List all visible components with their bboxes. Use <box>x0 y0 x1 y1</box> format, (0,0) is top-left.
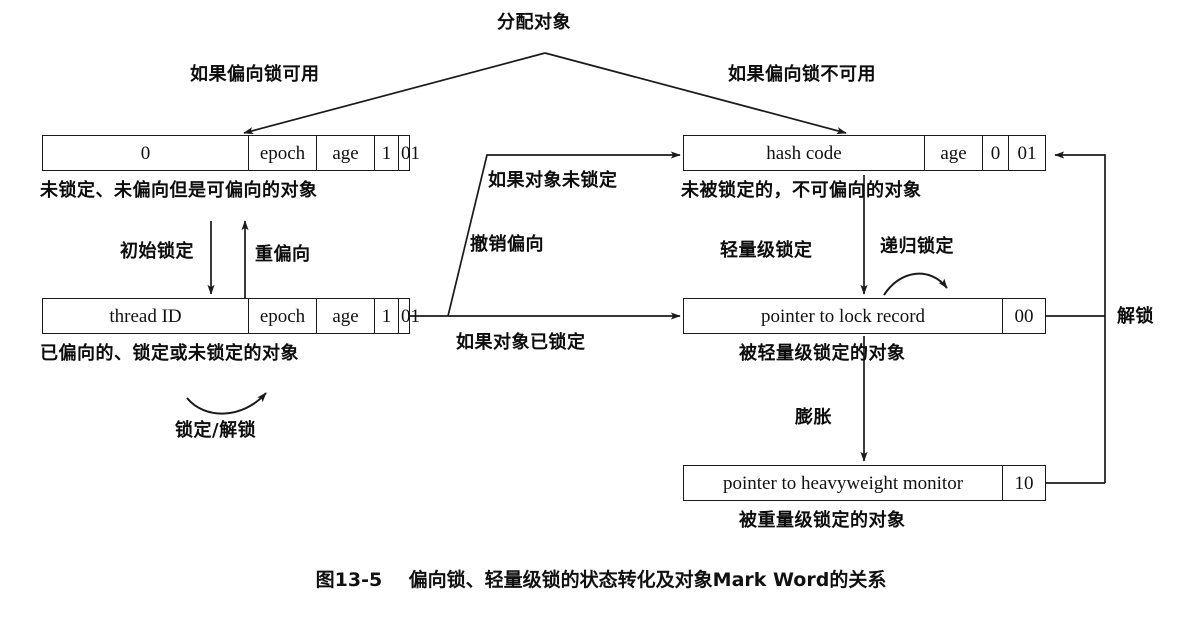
markword-cell-age: age <box>317 136 375 170</box>
markword-cell-bias-bit: 1 <box>375 299 399 333</box>
label-recursive-lock: 递归锁定 <box>880 236 954 257</box>
caption-heavyweight: 被重量级锁定的对象 <box>739 510 906 531</box>
label-inflate: 膨胀 <box>795 407 832 428</box>
label-revoke-bias: 撤销偏向 <box>470 234 544 255</box>
markword-box-lightweight: pointer to lock record 00 <box>683 298 1046 334</box>
caption-hashcode: 未被锁定的，不可偏向的对象 <box>681 180 922 201</box>
markword-cell-epoch: epoch <box>249 299 317 333</box>
edge-unlock-bus <box>1054 151 1106 483</box>
markword-cell-bias-bit: 1 <box>375 136 399 170</box>
label-lightweight-lock: 轻量级锁定 <box>720 240 813 261</box>
label-object-locked: 如果对象已锁定 <box>456 332 586 353</box>
markword-cell-hashcode: hash code <box>684 136 925 170</box>
mark-word-state-diagram: 0 epoch age 1 01 未锁定、未偏向但是可偏向的对象 thread … <box>0 0 1202 620</box>
markword-box-heavyweight: pointer to heavyweight monitor 10 <box>683 465 1046 501</box>
figure-caption: 图13-5 偏向锁、轻量级锁的状态转化及对象Mark Word的关系 <box>315 569 887 591</box>
edge-recursive-lock <box>883 272 948 296</box>
label-lock-unlock: 锁定/解锁 <box>175 420 257 441</box>
label-bias-available: 如果偏向锁可用 <box>190 64 320 85</box>
markword-box-hashcode: hash code age 0 01 <box>683 135 1046 171</box>
edge-lock-unlock <box>186 392 267 415</box>
label-allocate: 分配对象 <box>497 12 571 33</box>
label-object-not-locked: 如果对象未锁定 <box>488 170 618 191</box>
markword-cell-thread-id: thread ID <box>43 299 249 333</box>
markword-cell-lock-bits: 00 <box>1014 305 1034 327</box>
markword-cell-lock-bits: 01 <box>401 305 420 327</box>
markword-cell-lock-bits: 01 <box>401 142 420 164</box>
caption-lightweight: 被轻量级锁定的对象 <box>739 343 906 364</box>
label-initial-lock: 初始锁定 <box>120 241 194 262</box>
label-rebias: 重偏向 <box>255 244 311 265</box>
markword-cell-lock-bits: 01 <box>1017 142 1037 164</box>
markword-cell-age: age <box>925 136 983 170</box>
markword-box-unlocked-biasable: 0 epoch age 1 01 <box>42 135 420 171</box>
markword-cell-lock-bits: 10 <box>1014 472 1034 494</box>
label-bias-unavailable: 如果偏向锁不可用 <box>728 64 876 85</box>
markword-cell-age: age <box>317 299 375 333</box>
markword-cell-lock-record-pointer: pointer to lock record <box>684 299 1003 333</box>
markword-cell-bias-field: 0 <box>43 136 249 170</box>
markword-cell-monitor-pointer: pointer to heavyweight monitor <box>684 466 1003 500</box>
caption-unlocked-biasable: 未锁定、未偏向但是可偏向的对象 <box>40 180 318 201</box>
markword-cell-epoch: epoch <box>249 136 317 170</box>
caption-biased: 已偏向的、锁定或未锁定的对象 <box>40 343 299 364</box>
markword-box-biased: thread ID epoch age 1 01 <box>42 298 420 334</box>
markword-cell-bias-bit: 0 <box>983 136 1009 170</box>
label-unlock: 解锁 <box>1117 306 1154 327</box>
